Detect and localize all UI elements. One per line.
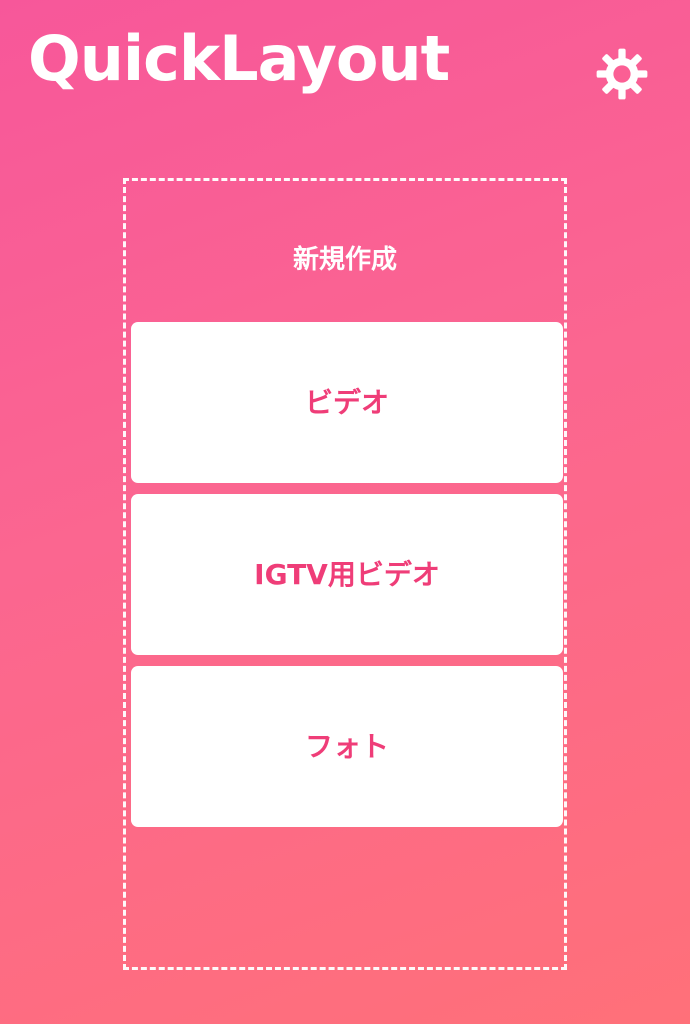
quicklayout-screen: QuickLayout 新規作成 ビデオ IGTV用ビデオ フォト	[0, 0, 690, 1024]
create-new-panel: 新規作成 ビデオ IGTV用ビデオ フォト	[123, 178, 567, 970]
create-new-title: 新規作成	[292, 245, 397, 275]
video-button[interactable]: ビデオ	[131, 322, 563, 483]
settings-button[interactable]	[590, 42, 654, 106]
photo-button-label: フォト	[304, 729, 389, 763]
gear-icon	[596, 48, 648, 100]
app-title: QuickLayout	[28, 22, 450, 95]
video-button-label: ビデオ	[304, 385, 389, 419]
photo-button[interactable]: フォト	[131, 666, 563, 827]
igtv-video-button-label: IGTV用ビデオ	[254, 557, 440, 591]
igtv-video-button[interactable]: IGTV用ビデオ	[131, 494, 563, 655]
